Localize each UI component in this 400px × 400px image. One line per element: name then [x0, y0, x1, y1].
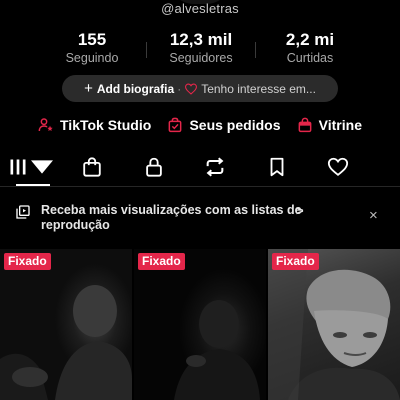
video-thumbnail[interactable]: Fixado: [268, 249, 400, 400]
stat-likes-label: Curtidas: [286, 51, 334, 65]
heart-outline-icon: [185, 83, 198, 95]
stat-followers-value: 12,3 mil: [169, 30, 233, 49]
video-thumbnail[interactable]: Fixado: [0, 249, 132, 400]
stat-followers[interactable]: 12,3 mil Seguidores: [151, 30, 251, 66]
interest-button[interactable]: Tenho interesse em...: [201, 82, 316, 96]
stat-divider: [146, 42, 147, 58]
tab-reposts[interactable]: [185, 148, 247, 186]
profile-stats: 155 Seguindo 12,3 mil Seguidores 2,2 mi …: [42, 30, 360, 68]
quick-links: TikTok Studio Seus pedidos Vitrine: [38, 115, 362, 135]
shop-bag-icon: [298, 117, 312, 133]
repost-icon: [206, 157, 224, 177]
bookmark-icon: [270, 157, 284, 177]
pinned-badge: Fixado: [138, 253, 185, 270]
profile-username: @alvesletras: [161, 1, 239, 16]
showcase-label: Vitrine: [318, 117, 362, 133]
tab-liked[interactable]: [308, 148, 370, 186]
playlist-banner-text: Receba mais visualizações com as listas …: [41, 203, 302, 232]
bio-pill[interactable]: + Add biografia · Tenho interesse em...: [62, 75, 338, 102]
shopping-bag-icon: [83, 157, 101, 177]
stat-following-value: 155: [77, 30, 107, 49]
tab-favorites[interactable]: [246, 148, 308, 186]
stat-following-label: Seguindo: [65, 51, 119, 65]
tiktok-studio-link[interactable]: TikTok Studio: [38, 117, 151, 133]
playlist-banner[interactable]: Receba mais visualizações com as listas …: [0, 195, 400, 241]
tab-videos[interactable]: [0, 148, 62, 186]
lock-icon: [145, 157, 162, 177]
order-bag-icon: [169, 117, 182, 133]
person-star-icon: [38, 118, 53, 132]
pinned-badge: Fixado: [272, 253, 319, 270]
video-image: [268, 249, 400, 400]
stat-followers-label: Seguidores: [169, 51, 233, 65]
video-image: [0, 285, 132, 400]
grid-icon: [10, 159, 26, 175]
showcase-link[interactable]: Vitrine: [297, 117, 362, 133]
add-bio-button[interactable]: Add biografia: [97, 82, 174, 96]
tab-shop[interactable]: [62, 148, 124, 186]
chevron-right-icon: >: [296, 203, 304, 218]
orders-link[interactable]: Seus pedidos: [167, 117, 280, 133]
tiktok-studio-label: TikTok Studio: [60, 117, 152, 133]
orders-label: Seus pedidos: [189, 117, 281, 133]
stat-divider: [255, 42, 256, 58]
tab-private[interactable]: [123, 148, 185, 186]
bio-separator: ·: [177, 81, 182, 96]
profile-tabs: [0, 148, 400, 186]
heart-icon: [328, 157, 349, 176]
close-icon[interactable]: ×: [369, 207, 378, 224]
video-grid: Fixado Fixado Fixado: [0, 249, 400, 400]
video-thumbnail[interactable]: Fixado: [134, 249, 266, 400]
pinned-badge: Fixado: [4, 253, 51, 270]
tabs-divider: [0, 186, 400, 187]
chevron-down-icon: [31, 160, 54, 174]
stat-following[interactable]: 155 Seguindo: [42, 30, 142, 66]
plus-icon: +: [84, 79, 93, 97]
video-image: [174, 300, 260, 400]
stat-likes[interactable]: 2,2 mi Curtidas: [260, 30, 360, 66]
stat-likes-value: 2,2 mi: [285, 30, 335, 49]
playlist-icon: [16, 205, 30, 219]
